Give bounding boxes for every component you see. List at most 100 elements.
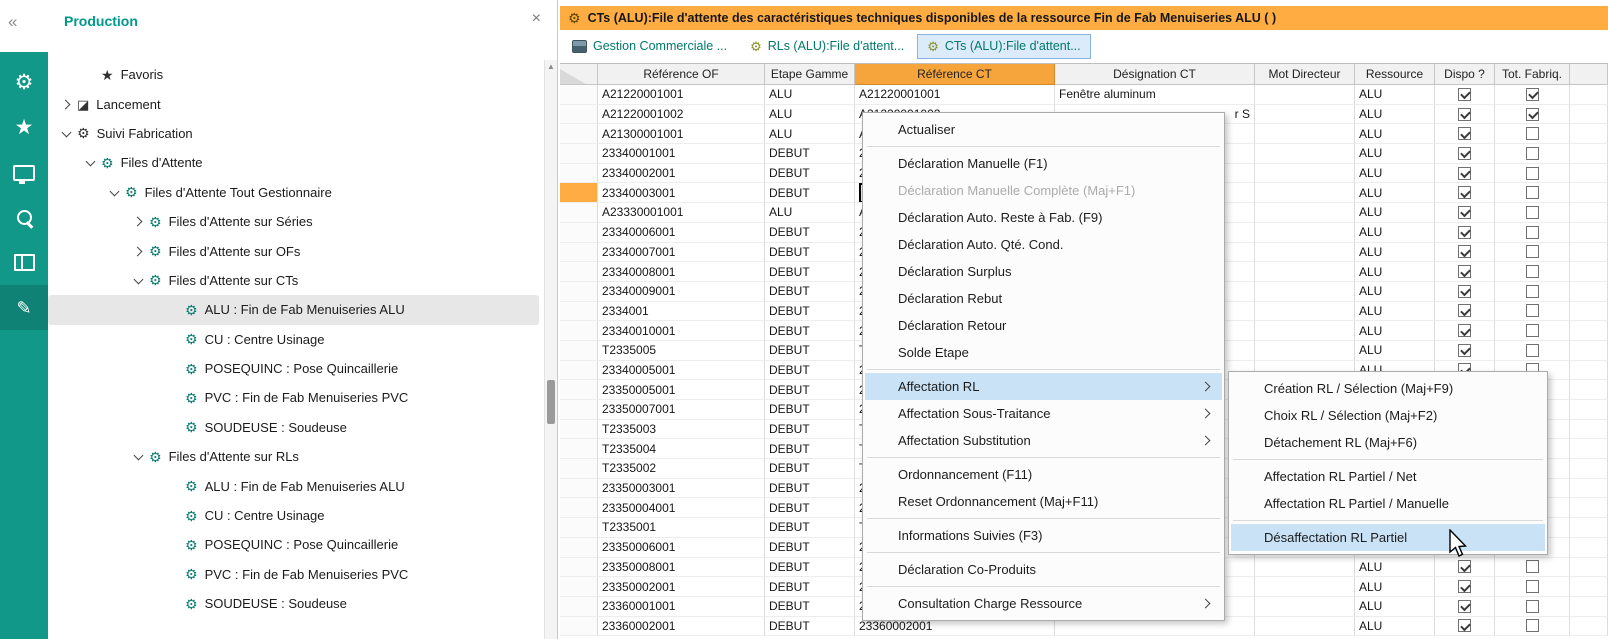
- row-selector[interactable]: [560, 144, 598, 164]
- tot-fabriq-checkbox[interactable]: [1526, 127, 1539, 140]
- tot-fabriq-checkbox[interactable]: [1526, 88, 1539, 101]
- row-selector[interactable]: [560, 617, 598, 637]
- tab-cts-file-attente[interactable]: ⚙CTs (ALU):File d'attent...: [917, 34, 1090, 59]
- tot-fabriq-checkbox[interactable]: [1526, 167, 1539, 180]
- dispo-checkbox[interactable]: [1458, 127, 1471, 140]
- menu-item[interactable]: Désaffectation RL Partiel: [1231, 524, 1545, 551]
- menu-item[interactable]: Déclaration Retour: [865, 312, 1222, 339]
- column-header-ressource[interactable]: Ressource: [1355, 64, 1435, 85]
- dispo-checkbox[interactable]: [1458, 88, 1471, 101]
- chevron-right-icon[interactable]: [130, 243, 146, 259]
- row-selector[interactable]: [560, 558, 598, 578]
- chevron-down-icon[interactable]: [58, 125, 74, 141]
- tree-item[interactable]: ⚙Files d'Attente: [48, 148, 543, 177]
- tab-gestion-commerciale[interactable]: Gestion Commerciale ...: [562, 34, 737, 59]
- chevron-down-icon[interactable]: [130, 449, 146, 465]
- row-selector[interactable]: [560, 223, 598, 243]
- dispo-checkbox[interactable]: [1458, 344, 1471, 357]
- row-selector[interactable]: [560, 302, 598, 322]
- menu-item[interactable]: Création RL / Sélection (Maj+F9): [1231, 375, 1545, 402]
- tot-fabriq-checkbox[interactable]: [1526, 285, 1539, 298]
- column-header-designation-ct[interactable]: Désignation CT: [1055, 64, 1255, 85]
- chevron-right-icon[interactable]: [58, 96, 74, 112]
- dispo-checkbox[interactable]: [1458, 265, 1471, 278]
- dispo-checkbox[interactable]: [1458, 619, 1471, 632]
- menu-item[interactable]: Déclaration Surplus: [865, 258, 1222, 285]
- panel-collapse-button[interactable]: «: [8, 12, 17, 32]
- row-selector[interactable]: [560, 341, 598, 361]
- rail-columns-button[interactable]: [0, 240, 48, 285]
- tree-item[interactable]: ⚙Files d'Attente sur CTs: [48, 266, 543, 295]
- row-selector[interactable]: [560, 420, 598, 440]
- tot-fabriq-checkbox[interactable]: [1526, 206, 1539, 219]
- menu-item[interactable]: Solde Etape: [865, 339, 1222, 366]
- scroll-up-icon[interactable]: ▲: [545, 60, 557, 74]
- row-selector[interactable]: [560, 538, 598, 558]
- row-selector[interactable]: [560, 85, 598, 105]
- tot-fabriq-checkbox[interactable]: [1526, 600, 1539, 613]
- column-header-row-selector[interactable]: [560, 64, 598, 85]
- row-selector[interactable]: [560, 124, 598, 144]
- row-selector[interactable]: [560, 361, 598, 381]
- tree-item[interactable]: ⚙Suivi Fabrication: [48, 119, 543, 148]
- row-selector[interactable]: [560, 262, 598, 282]
- tot-fabriq-checkbox[interactable]: [1526, 226, 1539, 239]
- row-selector[interactable]: [560, 164, 598, 184]
- tree-item[interactable]: ⚙Files d'Attente sur Séries: [48, 207, 543, 236]
- rail-production-button[interactable]: ✎: [0, 285, 48, 330]
- dispo-checkbox[interactable]: [1458, 167, 1471, 180]
- column-header-reference-of[interactable]: Référence OF: [598, 64, 765, 85]
- tree-item[interactable]: ★Favoris: [48, 60, 543, 89]
- tree-item[interactable]: ⚙Files d'Attente Tout Gestionnaire: [48, 178, 543, 207]
- row-selector[interactable]: [560, 282, 598, 302]
- tot-fabriq-checkbox[interactable]: [1526, 147, 1539, 160]
- tree-item[interactable]: ⚙POSEQUINC : Pose Quincaillerie: [48, 354, 543, 383]
- tot-fabriq-checkbox[interactable]: [1526, 245, 1539, 258]
- menu-item[interactable]: Déclaration Manuelle (F1): [865, 150, 1222, 177]
- tot-fabriq-checkbox[interactable]: [1526, 344, 1539, 357]
- rail-settings-button[interactable]: ⚙: [0, 60, 48, 105]
- row-selector[interactable]: [560, 243, 598, 263]
- tree-item[interactable]: ⚙PVC : Fin de Fab Menuiseries PVC: [48, 560, 543, 589]
- column-header-tot-fabriq[interactable]: Tot. Fabriq.: [1495, 64, 1570, 85]
- tree-item[interactable]: ⚙SOUDEUSE : Soudeuse: [48, 413, 543, 442]
- chevron-down-icon[interactable]: [130, 272, 146, 288]
- tree-item[interactable]: ⚙Files d'Attente sur RLs: [48, 442, 543, 471]
- row-selector[interactable]: [560, 439, 598, 459]
- menu-item[interactable]: Déclaration Rebut: [865, 285, 1222, 312]
- menu-item[interactable]: Affectation RL Partiel / Manuelle: [1231, 490, 1545, 517]
- rail-workstation-button[interactable]: [0, 150, 48, 195]
- tot-fabriq-checkbox[interactable]: [1526, 619, 1539, 632]
- tree-item[interactable]: ⚙PVC : Fin de Fab Menuiseries PVC: [48, 383, 543, 412]
- row-selector[interactable]: [560, 498, 598, 518]
- column-header-dispo[interactable]: Dispo ?: [1435, 64, 1495, 85]
- dispo-checkbox[interactable]: [1458, 600, 1471, 613]
- tree-item[interactable]: ⚙SOUDEUSE : Soudeuse: [48, 589, 543, 618]
- tot-fabriq-checkbox[interactable]: [1526, 108, 1539, 121]
- menu-item[interactable]: Consultation Charge Ressource: [865, 590, 1222, 617]
- menu-item[interactable]: Informations Suivies (F3): [865, 522, 1222, 549]
- menu-item[interactable]: Déclaration Manuelle Complète (Maj+F1): [865, 177, 1222, 204]
- chevron-right-icon[interactable]: [130, 214, 146, 230]
- tree-item[interactable]: ⚙ALU : Fin de Fab Menuiseries ALU: [48, 471, 543, 500]
- column-header-etape-gamme[interactable]: Etape Gamme: [765, 64, 855, 85]
- menu-item[interactable]: Reset Ordonnancement (Maj+F11): [865, 488, 1222, 515]
- tree-scrollbar-thumb[interactable]: [547, 380, 555, 424]
- dispo-checkbox[interactable]: [1458, 285, 1471, 298]
- dispo-checkbox[interactable]: [1458, 226, 1471, 239]
- menu-item[interactable]: Affectation RL Partiel / Net: [1231, 463, 1545, 490]
- row-selector[interactable]: [560, 597, 598, 617]
- row-selector[interactable]: [560, 105, 598, 125]
- row-selector[interactable]: [560, 577, 598, 597]
- row-selector[interactable]: [560, 183, 598, 203]
- close-icon[interactable]: ×: [532, 10, 541, 28]
- menu-item[interactable]: Affectation RL: [865, 373, 1222, 400]
- tot-fabriq-checkbox[interactable]: [1526, 560, 1539, 573]
- tot-fabriq-checkbox[interactable]: [1526, 580, 1539, 593]
- dispo-checkbox[interactable]: [1458, 108, 1471, 121]
- dispo-checkbox[interactable]: [1458, 206, 1471, 219]
- row-selector[interactable]: [560, 203, 598, 223]
- row-selector[interactable]: [560, 400, 598, 420]
- menu-item[interactable]: Affectation Sous-Traitance: [865, 400, 1222, 427]
- row-selector[interactable]: [560, 321, 598, 341]
